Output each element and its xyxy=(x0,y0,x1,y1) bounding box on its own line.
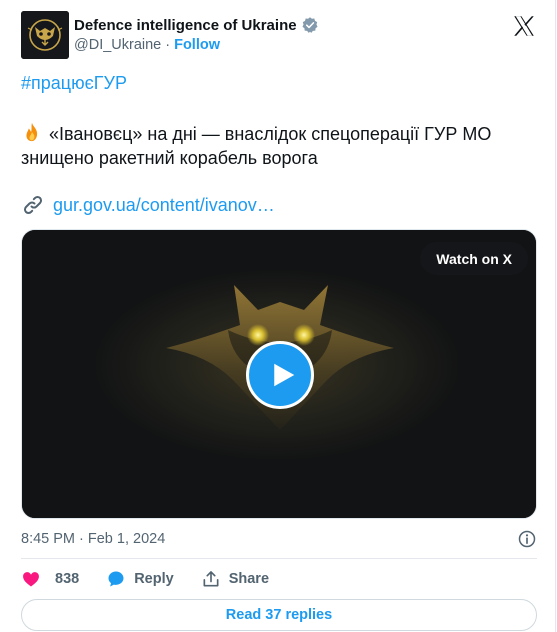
reply-bubble-icon xyxy=(108,571,124,587)
info-icon[interactable] xyxy=(517,529,537,549)
like-count: 838 xyxy=(55,571,80,587)
author-info: Defence intelligence of Ukraine @DI_Ukra… xyxy=(74,15,319,53)
x-logo-icon[interactable] xyxy=(511,13,537,39)
verified-badge-icon xyxy=(301,16,319,34)
link-text[interactable]: gur.gov.ua/content/ivanov… xyxy=(53,195,275,216)
watch-on-x-button[interactable]: Watch on X xyxy=(420,242,528,275)
fire-icon xyxy=(21,121,43,143)
action-bar: 838 Reply Share xyxy=(21,567,296,591)
like-button[interactable]: 838 xyxy=(21,569,79,589)
divider xyxy=(21,558,537,559)
reply-label: Reply xyxy=(134,571,174,587)
tweet-text: «Івановєц» на дні — внаслідок спецоперац… xyxy=(21,124,492,168)
tweet-body: «Івановєц» на дні — внаслідок спецоперац… xyxy=(21,121,521,170)
play-icon xyxy=(273,363,294,387)
heart-icon xyxy=(23,572,39,587)
video-media[interactable]: Watch on X xyxy=(21,229,537,519)
tweet-card: Defence intelligence of Ukraine @DI_Ukra… xyxy=(0,0,556,632)
reply-button[interactable]: Reply xyxy=(106,569,174,589)
play-button[interactable] xyxy=(246,341,314,409)
article-link[interactable]: gur.gov.ua/content/ivanov… xyxy=(21,193,275,217)
owl-emblem-icon xyxy=(21,11,69,59)
author-display-name[interactable]: Defence intelligence of Ukraine xyxy=(74,17,297,34)
follow-button[interactable]: Follow xyxy=(174,37,220,53)
separator-dot: · xyxy=(165,37,171,53)
tweet-timestamp[interactable]: 8:45 PM · Feb 1, 2024 xyxy=(21,531,165,547)
share-label: Share xyxy=(228,571,270,587)
hashtag-link[interactable]: #працюєГУР xyxy=(21,73,127,94)
tweet-header: Defence intelligence of Ukraine @DI_Ukra… xyxy=(21,11,541,59)
share-button[interactable]: Share xyxy=(201,569,269,589)
link-icon xyxy=(21,193,45,217)
avatar[interactable] xyxy=(21,11,69,59)
read-replies-button[interactable]: Read 37 replies xyxy=(21,599,537,631)
share-icon xyxy=(203,571,219,587)
author-handle[interactable]: @DI_Ukraine xyxy=(74,37,161,53)
timestamp-row: 8:45 PM · Feb 1, 2024 xyxy=(21,528,537,550)
